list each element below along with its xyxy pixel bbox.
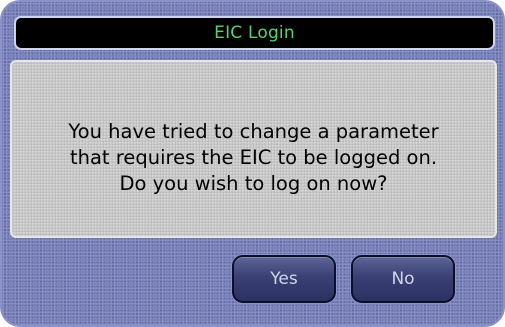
dialog-title: EIC Login bbox=[214, 23, 295, 43]
message-line-3: Do you wish to log on now? bbox=[119, 172, 388, 195]
message-line-1: You have tried to change a parameter bbox=[68, 120, 439, 143]
message-line-2: that requires the EIC to be logged on. bbox=[69, 146, 438, 169]
no-button[interactable]: No bbox=[351, 255, 455, 303]
eic-login-dialog: EIC Login You have tried to change a par… bbox=[0, 0, 505, 327]
yes-button[interactable]: Yes bbox=[232, 255, 336, 303]
dialog-title-bar: EIC Login bbox=[14, 16, 495, 50]
dialog-message: You have tried to change a parameter tha… bbox=[68, 119, 438, 197]
message-panel: You have tried to change a parameter tha… bbox=[10, 60, 497, 238]
